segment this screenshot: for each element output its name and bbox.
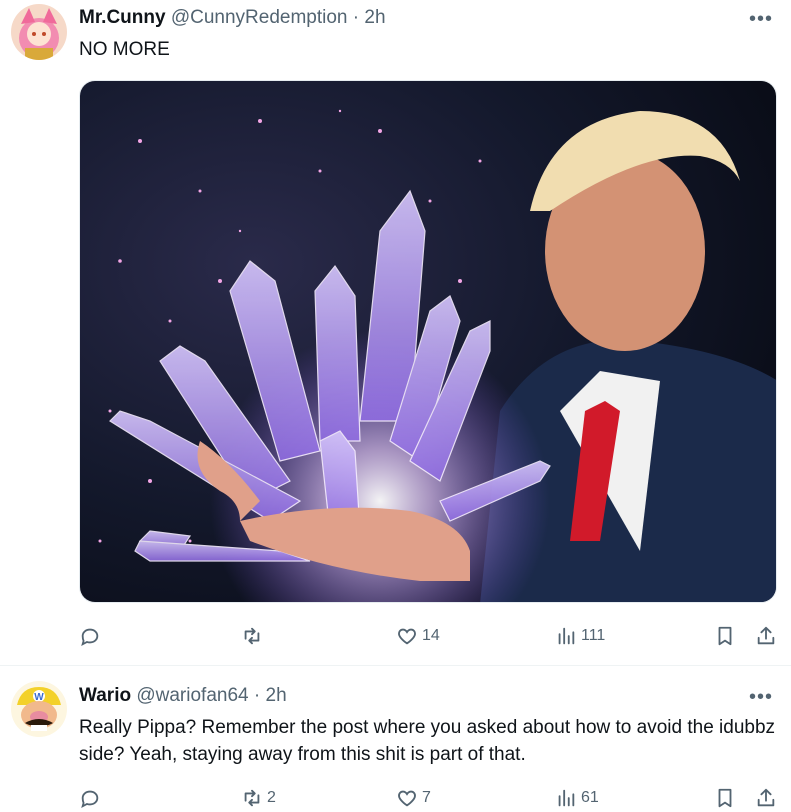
display-name[interactable]: Wario — [79, 685, 131, 706]
tweet[interactable]: Mr.Cunny @CunnyRedemption · 2h ••• NO MO… — [0, 0, 791, 665]
avatar[interactable] — [11, 4, 67, 60]
views-button[interactable]: 61 — [555, 786, 599, 810]
bookmark-icon — [718, 626, 732, 646]
avatar[interactable]: W — [11, 681, 67, 737]
like-count: 14 — [422, 627, 440, 644]
like-count: 7 — [422, 789, 431, 806]
like-button[interactable]: 7 — [396, 786, 431, 810]
more-dots-icon[interactable]: ••• — [747, 9, 775, 29]
tweet-header: Wario @wariofan64 · 2h — [79, 685, 287, 707]
handle[interactable]: @CunnyRedemption — [171, 7, 348, 28]
retweet-icon — [244, 789, 260, 807]
timestamp[interactable]: 2h — [364, 7, 385, 28]
tweet-actions: 14 111 — [79, 624, 779, 648]
timestamp[interactable]: 2h — [266, 685, 287, 706]
display-name[interactable]: Mr.Cunny — [79, 7, 166, 28]
reply-icon — [81, 790, 99, 809]
bookmark-icon — [718, 788, 732, 808]
reply-button[interactable] — [79, 624, 105, 648]
tweet-text: NO MORE — [79, 39, 170, 60]
heart-icon — [398, 628, 416, 645]
views-chart-icon — [558, 627, 575, 645]
views-count: 111 — [581, 627, 606, 644]
retweet-button[interactable]: 2 — [241, 786, 276, 810]
views-count: 61 — [581, 789, 599, 806]
retweet-count: 2 — [267, 789, 276, 806]
retweet-button[interactable] — [241, 624, 267, 648]
bookmark-button[interactable] — [714, 624, 736, 648]
heart-icon — [398, 790, 416, 807]
views-button[interactable]: 111 — [555, 624, 605, 648]
more-dots-icon[interactable]: ••• — [747, 687, 775, 707]
tweet-media-image[interactable] — [79, 80, 777, 603]
tweet-text: Really Pippa? Remember the post where yo… — [79, 717, 776, 765]
bookmark-button[interactable] — [714, 786, 736, 810]
tweet-actions: 2 7 61 — [79, 786, 779, 810]
share-button[interactable] — [755, 786, 777, 810]
separator: · — [352, 7, 360, 28]
views-chart-icon — [558, 789, 575, 807]
tweet[interactable]: W Wario @wariofan64 · 2h ••• Really Pipp… — [0, 666, 791, 812]
retweet-icon — [244, 627, 260, 645]
like-button[interactable]: 14 — [396, 624, 440, 648]
share-icon — [757, 626, 775, 645]
reply-button[interactable] — [79, 786, 105, 810]
separator: · — [253, 685, 261, 706]
share-button[interactable] — [755, 624, 777, 648]
reply-icon — [81, 628, 99, 647]
tweet-header: Mr.Cunny @CunnyRedemption · 2h — [79, 7, 386, 29]
share-icon — [757, 788, 775, 807]
handle[interactable]: @wariofan64 — [136, 685, 248, 706]
